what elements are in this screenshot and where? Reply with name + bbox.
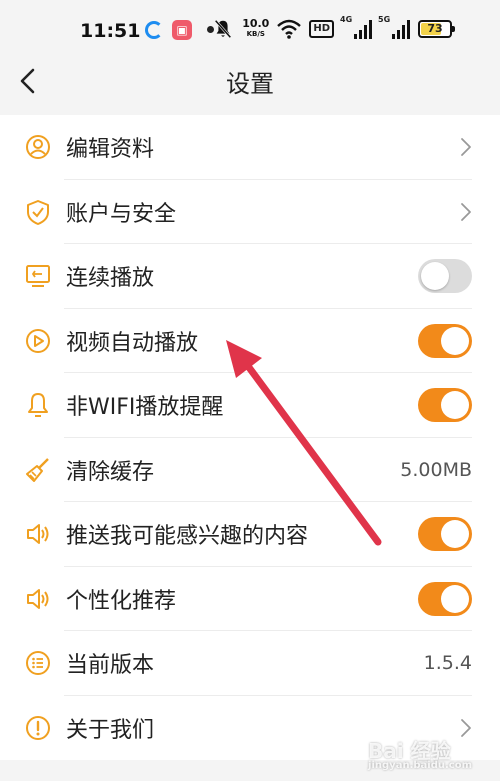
- toggle-knob: [441, 520, 469, 549]
- speed-value: 10.0: [242, 17, 270, 30]
- hd-badge: HD: [309, 20, 334, 38]
- watermark-logo: Bai 经验 jingyan.baidu.com: [368, 735, 472, 771]
- status-bar: 11:51 ▣ 10.0 KB/S HD 4G 5G 73: [0, 0, 500, 54]
- settings-row[interactable]: 非WIFI播放提醒: [0, 373, 500, 438]
- page-title: 设置: [226, 70, 274, 98]
- settings-row-label: 非WIFI播放提醒: [66, 395, 224, 421]
- signal-5g-label: 5G: [378, 15, 391, 24]
- battery-icon: 73: [418, 20, 455, 38]
- nav-bar: 设置: [0, 54, 500, 108]
- app-notification-icon-2: ▣: [172, 20, 192, 40]
- toggle-knob: [441, 584, 469, 613]
- app-notification-icon: [145, 21, 163, 39]
- user-icon: [24, 133, 52, 161]
- settings-row[interactable]: 连续播放: [0, 244, 500, 309]
- shield-icon: [24, 198, 52, 226]
- mute-bell-icon: [214, 19, 232, 39]
- settings-row[interactable]: 当前版本 1.5.4: [0, 631, 500, 696]
- watermark-url: jingyan.baidu.com: [368, 760, 472, 771]
- signal-4g-label: 4G: [340, 15, 353, 24]
- signal-4g-icon: 4G: [340, 15, 372, 39]
- list-icon: [24, 649, 52, 677]
- speaker-icon: [24, 520, 52, 548]
- settings-row[interactable]: 视频自动播放: [0, 309, 500, 374]
- settings-row-label: 连续播放: [66, 266, 155, 292]
- settings-row[interactable]: 编辑资料: [0, 115, 500, 180]
- settings-row[interactable]: 推送我可能感兴趣的内容: [0, 502, 500, 567]
- status-indicators: 10.0 KB/S HD 4G 5G 73: [212, 15, 455, 40]
- network-speed: 10.0 KB/S: [242, 17, 270, 39]
- settings-row-label: 视频自动播放: [66, 330, 199, 356]
- settings-row-label: 账户与安全: [66, 201, 177, 227]
- signal-5g-icon: 5G: [378, 15, 410, 39]
- screen-icon: [24, 262, 52, 290]
- settings-row[interactable]: 清除缓存 5.00MB: [0, 438, 500, 503]
- toggle-switch[interactable]: [418, 388, 472, 423]
- info-icon: [24, 714, 52, 742]
- settings-row-label: 编辑资料: [66, 137, 155, 163]
- settings-row-label: 推送我可能感兴趣的内容: [66, 524, 309, 550]
- settings-row-value: 1.5.4: [423, 652, 472, 675]
- battery-level: 73: [427, 22, 443, 35]
- broom-icon: [24, 456, 52, 484]
- speaker-icon: [24, 585, 52, 613]
- speed-unit: KB/S: [246, 30, 265, 38]
- bell-icon: [24, 391, 52, 419]
- settings-row-label: 清除缓存: [66, 459, 155, 485]
- toggle-switch[interactable]: [418, 517, 472, 552]
- toggle-switch[interactable]: [418, 581, 472, 616]
- settings-row-label: 关于我们: [66, 717, 155, 743]
- status-time: 11:51: [80, 20, 141, 42]
- settings-list: 编辑资料账户与安全连续播放视频自动播放 非WIFI播放提醒 清除缓存 5.00MB 推送…: [0, 115, 500, 760]
- settings-row-label: 个性化推荐: [66, 588, 177, 614]
- toggle-knob: [421, 262, 449, 291]
- wifi-icon: [277, 19, 302, 39]
- settings-row-label: 当前版本: [66, 653, 155, 679]
- settings-row-value: 5.00MB: [400, 458, 472, 481]
- play-icon: [24, 327, 52, 355]
- toggle-switch[interactable]: [418, 259, 472, 294]
- chevron-right-icon: [461, 202, 471, 221]
- toggle-knob: [441, 391, 469, 420]
- settings-row[interactable]: 个性化推荐: [0, 567, 500, 632]
- toggle-switch[interactable]: [418, 323, 472, 358]
- chevron-right-icon: [461, 138, 471, 156]
- settings-row[interactable]: 账户与安全: [0, 180, 500, 245]
- toggle-knob: [441, 326, 469, 355]
